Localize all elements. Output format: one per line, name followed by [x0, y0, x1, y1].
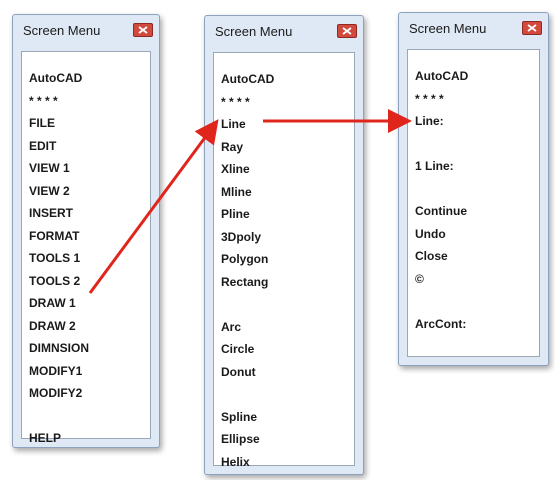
arrow-draw1-to-line — [88, 119, 219, 294]
arrows-overlay — [88, 109, 412, 294]
